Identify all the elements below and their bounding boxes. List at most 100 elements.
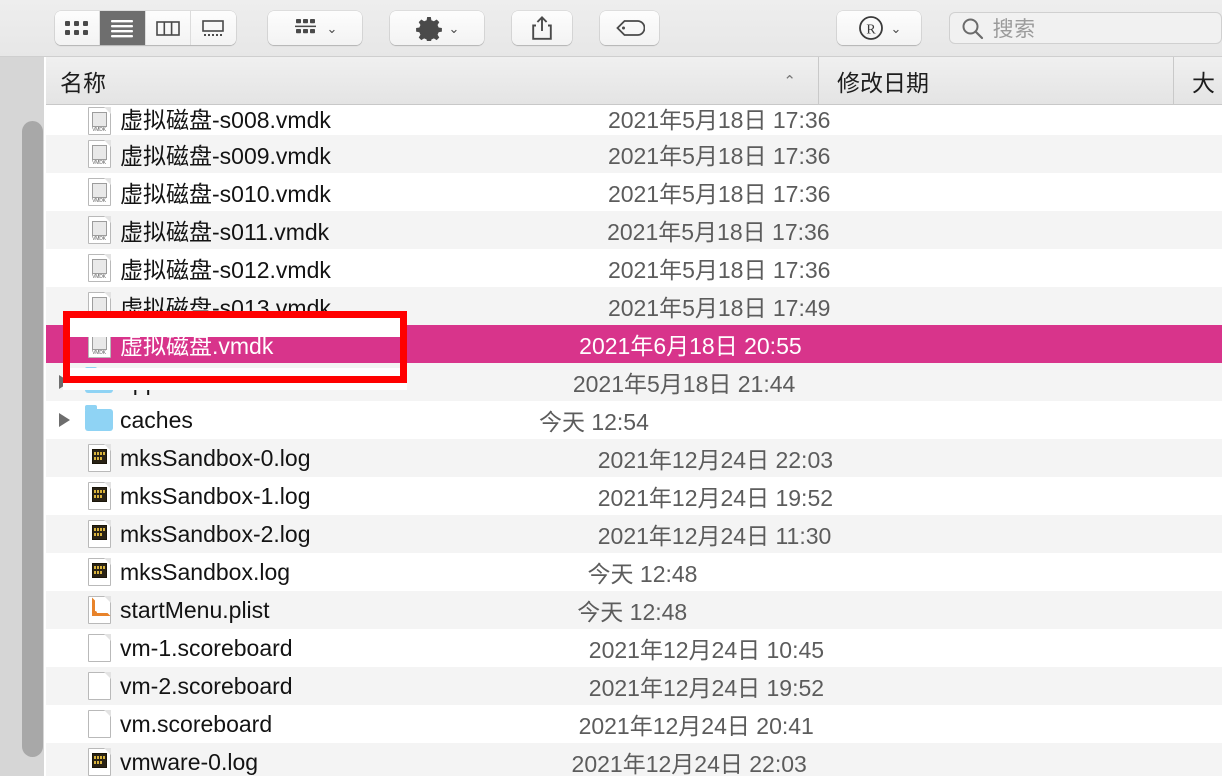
disclosure-triangle[interactable] — [46, 413, 82, 427]
chevron-down-icon: ⌄ — [448, 20, 460, 36]
file-name: vm-1.scoreboard — [120, 634, 293, 661]
grid-icon — [65, 21, 89, 35]
file-name: vm-2.scoreboard — [120, 672, 293, 699]
column-header-size[interactable]: 大 — [1173, 56, 1222, 105]
annotation-rectangle — [63, 311, 407, 383]
column-header-size-label: 大 — [1192, 69, 1215, 96]
gallery-icon — [202, 20, 225, 36]
columns-icon — [155, 21, 180, 36]
tags-button[interactable] — [599, 11, 660, 45]
account-menu-button[interactable]: R ⌄ — [837, 11, 921, 45]
svg-text:R: R — [866, 23, 876, 38]
file-name: 虚拟磁盘-s011.vmdk — [120, 219, 330, 245]
group-rows-icon — [295, 19, 317, 34]
list-view-button[interactable] — [100, 11, 146, 45]
share-button[interactable] — [512, 11, 572, 45]
file-name: vm.scoreboard — [120, 710, 273, 737]
finder-window: ⌄ ⌄ R ⌄ 搜索 名称 ⌃ 修改日期 大 VMDK 虚拟磁盘-s008.vm… — [0, 0, 1222, 776]
vertical-scrollbar-track[interactable] — [0, 57, 44, 776]
file-date-modified: 2021年5月18日 17:36 — [607, 219, 830, 245]
file-icon-wrap — [82, 748, 116, 776]
table-row[interactable]: VMDK 虚拟磁盘-s008.vmdk 2021年5月18日 17:36 — [46, 105, 1222, 135]
action-menu-button[interactable]: ⌄ — [389, 11, 484, 45]
chevron-down-icon: ⌄ — [326, 20, 338, 36]
file-name: mksSandbox-0.log — [120, 444, 311, 471]
table-row[interactable]: mksSandbox-1.log 2021年12月24日 19:52 — [46, 477, 1222, 515]
file-date-modified: 今天 12:54 — [538, 409, 649, 435]
table-row[interactable]: VMDK 虚拟磁盘-s012.vmdk 2021年5月18日 17:36 — [46, 249, 1222, 287]
log-file-icon — [87, 558, 111, 586]
file-icon-wrap — [82, 520, 116, 548]
file-type-badge: VMDK — [92, 274, 106, 280]
table-row[interactable]: caches 今天 12:54 — [46, 401, 1222, 439]
table-row[interactable]: VMDK 虚拟磁盘-s011.vmdk 2021年5月18日 17:36 — [46, 211, 1222, 249]
file-name: vmware-0.log — [120, 748, 259, 775]
column-header-date-modified[interactable]: 修改日期 — [818, 56, 1173, 105]
file-type-badge: VMDK — [92, 160, 106, 166]
table-row[interactable]: vmware-0.log 2021年12月24日 22:03 — [46, 743, 1222, 776]
search-placeholder: 搜索 — [992, 18, 1036, 41]
table-row[interactable]: vm-1.scoreboard 2021年12月24日 10:45 — [46, 629, 1222, 667]
column-header-date-label: 修改日期 — [837, 69, 929, 96]
table-row[interactable]: vm.scoreboard 2021年12月24日 20:41 — [46, 705, 1222, 743]
table-row[interactable]: mksSandbox-2.log 2021年12月24日 11:30 — [46, 515, 1222, 553]
file-date-modified: 2021年5月18日 17:36 — [607, 257, 831, 283]
table-row[interactable]: startMenu.plist 今天 12:48 — [46, 591, 1222, 629]
vmdk-file-icon: VMDK — [87, 107, 111, 135]
file-date-modified: 2021年5月18日 17:36 — [607, 107, 831, 133]
file-name: mksSandbox.log — [120, 558, 291, 585]
file-date-modified: 2021年12月24日 10:45 — [588, 637, 825, 663]
file-icon-wrap: VMDK — [82, 140, 116, 168]
blank-document-icon — [87, 710, 111, 738]
file-type-badge: VMDK — [92, 236, 106, 242]
log-file-icon — [87, 748, 111, 776]
view-mode-segmented-control[interactable] — [55, 11, 236, 45]
column-header-name-label: 名称 — [60, 69, 106, 96]
arrange-by-button[interactable]: ⌄ — [267, 11, 362, 45]
file-type-badge: VMDK — [92, 127, 106, 133]
file-date-modified: 今天 12:48 — [587, 561, 698, 587]
file-icon-wrap — [82, 672, 116, 700]
search-icon — [962, 18, 983, 40]
file-date-modified: 2021年6月18日 20:55 — [579, 333, 802, 359]
log-file-icon — [87, 520, 111, 548]
file-date-modified: 2021年12月24日 22:03 — [597, 447, 834, 473]
file-icon-wrap — [82, 634, 116, 662]
gallery-view-button[interactable] — [190, 11, 236, 45]
file-date-modified: 2021年12月24日 22:03 — [571, 751, 807, 776]
search-field[interactable]: 搜索 — [948, 12, 1222, 44]
file-icon-wrap: VMDK — [82, 254, 116, 282]
table-row[interactable]: vm-2.scoreboard 2021年12月24日 19:52 — [46, 667, 1222, 705]
icon-view-button[interactable] — [55, 11, 101, 45]
log-file-icon — [87, 482, 111, 510]
column-header-name[interactable]: 名称 ⌃ — [46, 57, 818, 105]
vmdk-file-icon: VMDK — [87, 216, 111, 244]
file-name: 虚拟磁盘-s009.vmdk — [120, 143, 331, 169]
plist-file-icon — [87, 596, 111, 624]
finder-toolbar: ⌄ ⌄ R ⌄ 搜索 — [0, 0, 1222, 57]
file-date-modified: 今天 12:48 — [577, 599, 688, 625]
file-icon-wrap — [82, 596, 116, 624]
table-row[interactable]: VMDK 虚拟磁盘-s010.vmdk 2021年5月18日 17:36 — [46, 173, 1222, 211]
file-date-modified: 2021年12月24日 11:30 — [597, 523, 832, 549]
file-date-modified: 2021年5月18日 17:36 — [607, 143, 831, 169]
table-row[interactable]: mksSandbox-0.log 2021年12月24日 22:03 — [46, 439, 1222, 477]
file-name: 虚拟磁盘-s010.vmdk — [120, 181, 331, 207]
file-icon-wrap — [82, 710, 116, 738]
file-list[interactable]: VMDK 虚拟磁盘-s008.vmdk 2021年5月18日 17:36 VMDK 虚拟… — [46, 105, 1222, 776]
gear-icon — [415, 16, 442, 41]
column-view-button[interactable] — [145, 11, 191, 45]
log-file-icon — [87, 444, 111, 472]
folder-icon — [85, 405, 113, 431]
share-icon — [532, 15, 552, 40]
blank-document-icon — [87, 672, 111, 700]
file-date-modified: 2021年5月18日 17:36 — [607, 181, 831, 207]
table-row[interactable]: mksSandbox.log 今天 12:48 — [46, 553, 1222, 591]
table-row[interactable]: VMDK 虚拟磁盘-s009.vmdk 2021年5月18日 17:36 — [46, 135, 1222, 173]
blank-document-icon — [87, 634, 111, 662]
list-icon — [111, 20, 134, 38]
file-icon-wrap: VMDK — [82, 216, 116, 244]
file-name: 虚拟磁盘-s008.vmdk — [120, 107, 331, 133]
vertical-scrollbar-thumb[interactable] — [22, 121, 43, 757]
file-date-modified: 2021年12月24日 19:52 — [588, 675, 825, 701]
